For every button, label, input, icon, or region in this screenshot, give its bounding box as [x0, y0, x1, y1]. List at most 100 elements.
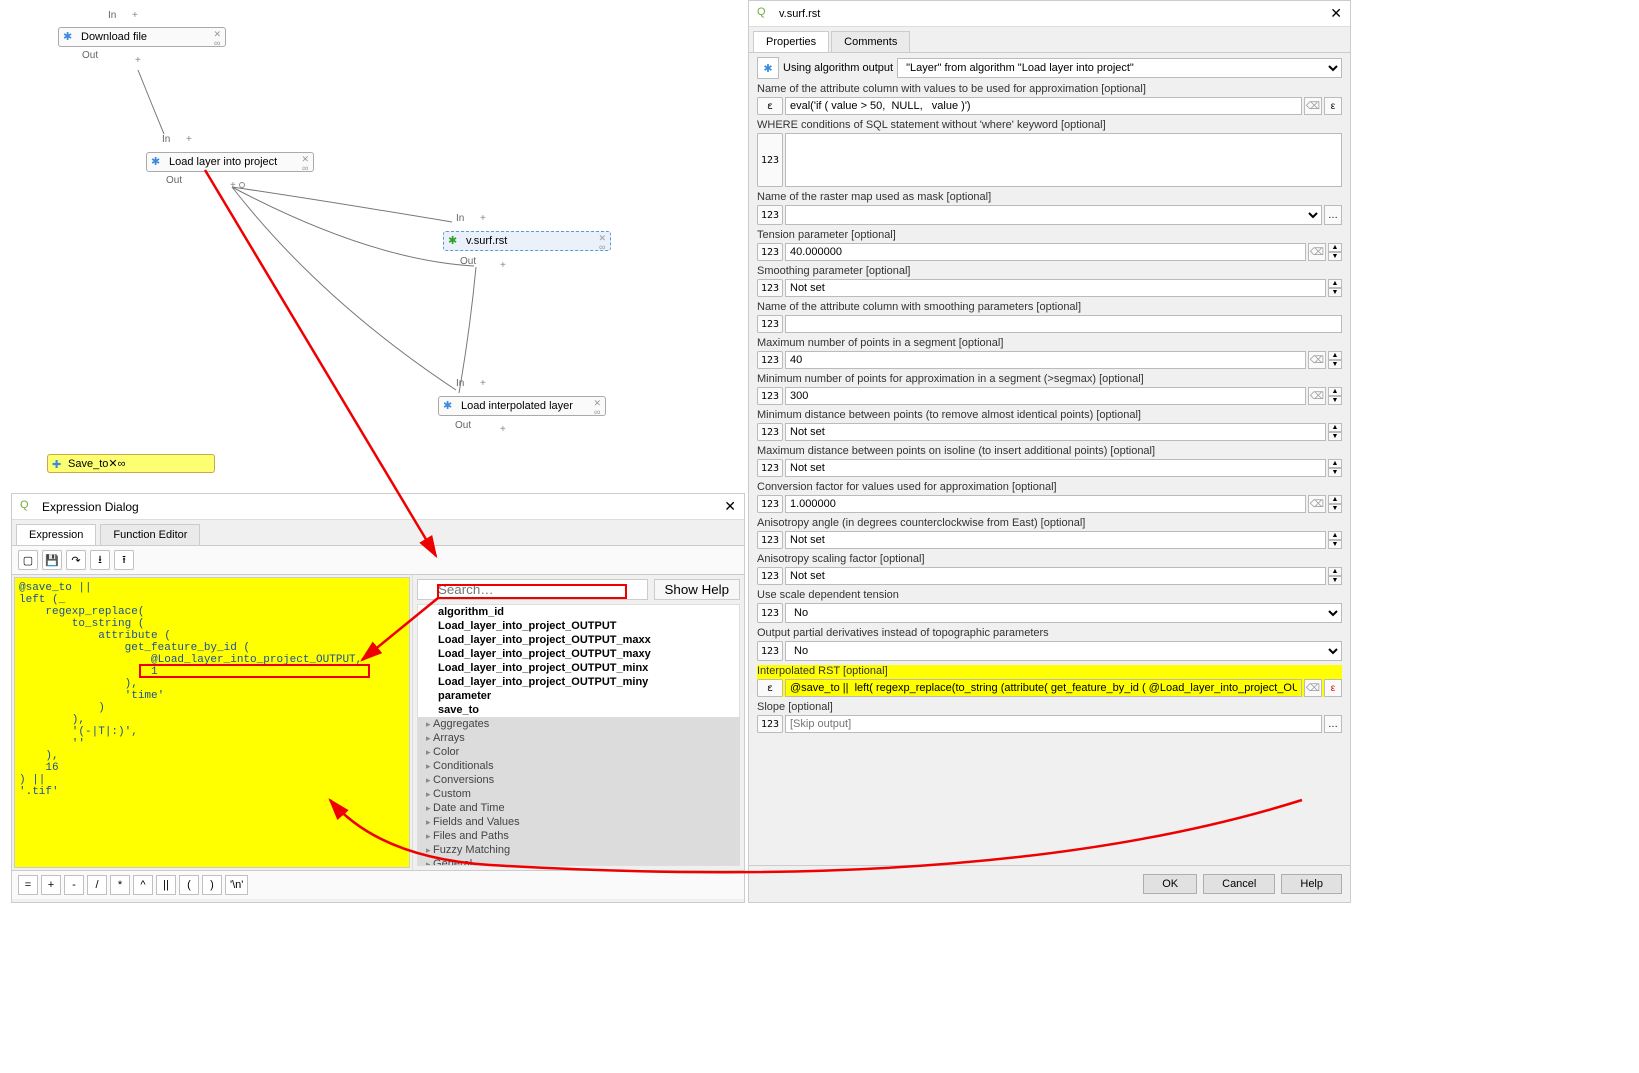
- tree-category[interactable]: Fuzzy Matching: [418, 843, 739, 857]
- tree-item[interactable]: Load_layer_into_project_OUTPUT_maxy: [418, 647, 739, 661]
- deriv-select[interactable]: No: [785, 641, 1342, 661]
- tab-expression[interactable]: Expression: [16, 524, 96, 545]
- tree-category[interactable]: Fields and Values: [418, 815, 739, 829]
- clear-icon[interactable]: ⌫: [1308, 351, 1326, 369]
- rst-input[interactable]: [785, 679, 1302, 697]
- spin-down[interactable]: ▼: [1328, 360, 1342, 369]
- dmax-input[interactable]: [785, 459, 1326, 477]
- smooth-input[interactable]: [785, 279, 1326, 297]
- data-type-icon[interactable]: 123: [757, 603, 783, 623]
- function-tree[interactable]: algorithm_id Load_layer_into_project_OUT…: [417, 604, 740, 866]
- tree-category[interactable]: General: [418, 857, 739, 866]
- node-save-to-param[interactable]: ✚ Save_to ✕∞: [47, 454, 215, 473]
- op-button[interactable]: '\n': [225, 875, 248, 895]
- clear-icon[interactable]: ⌫: [1308, 243, 1326, 261]
- spin-down[interactable]: ▼: [1328, 504, 1342, 513]
- clear-icon[interactable]: ⌫: [1308, 495, 1326, 513]
- spin-down[interactable]: ▼: [1328, 540, 1342, 549]
- data-type-icon[interactable]: 123: [757, 531, 783, 549]
- delete-icon[interactable]: ↷: [66, 550, 86, 570]
- spin-down[interactable]: ▼: [1328, 576, 1342, 585]
- help-button[interactable]: Help: [1281, 874, 1342, 894]
- spin-up[interactable]: ▲: [1328, 387, 1342, 396]
- data-type-icon[interactable]: 123: [757, 243, 783, 261]
- tree-item[interactable]: algorithm_id: [418, 605, 739, 619]
- close-icon[interactable]: ✕: [724, 498, 736, 515]
- tree-item[interactable]: Load_layer_into_project_OUTPUT_maxx: [418, 633, 739, 647]
- op-button[interactable]: (: [179, 875, 199, 895]
- new-icon[interactable]: ▢: [18, 550, 38, 570]
- tab-function-editor[interactable]: Function Editor: [100, 524, 200, 545]
- tree-category[interactable]: Date and Time: [418, 801, 739, 815]
- dmin-input[interactable]: [785, 423, 1326, 441]
- tree-category[interactable]: Conversions: [418, 773, 739, 787]
- spin-up[interactable]: ▲: [1328, 243, 1342, 252]
- search-input[interactable]: [417, 579, 648, 600]
- data-type-icon[interactable]: 123: [757, 387, 783, 405]
- tree-item[interactable]: Load_layer_into_project_OUTPUT: [418, 619, 739, 633]
- tree-item[interactable]: Load_layer_into_project_OUTPUT_minx: [418, 661, 739, 675]
- spin-up[interactable]: ▲: [1328, 351, 1342, 360]
- op-button[interactable]: -: [64, 875, 84, 895]
- browse-button[interactable]: …: [1324, 715, 1342, 733]
- data-type-icon[interactable]: 123: [757, 279, 783, 297]
- data-type-icon[interactable]: 123: [757, 423, 783, 441]
- node-load-interpolated[interactable]: ✱Load interpolated layer ✕∞: [438, 396, 606, 416]
- segmax-input[interactable]: [785, 351, 1306, 369]
- tab-comments[interactable]: Comments: [831, 31, 910, 52]
- tab-properties[interactable]: Properties: [753, 31, 829, 52]
- show-help-button[interactable]: Show Help: [654, 579, 740, 600]
- data-type-icon[interactable]: 123: [757, 133, 783, 187]
- node-anchor-icon[interactable]: ✕∞: [593, 399, 601, 416]
- node-download-file[interactable]: ✱Download file ✕∞: [58, 27, 226, 47]
- scaledep-select[interactable]: No: [785, 603, 1342, 623]
- spin-up[interactable]: ▲: [1328, 459, 1342, 468]
- mask-select[interactable]: [785, 205, 1322, 225]
- approx-col-input[interactable]: [785, 97, 1302, 115]
- npmin-input[interactable]: [785, 387, 1306, 405]
- node-anchor-icon[interactable]: ✕∞: [301, 155, 309, 172]
- op-button[interactable]: ^: [133, 875, 153, 895]
- tree-category[interactable]: Aggregates: [418, 717, 739, 731]
- data-type-icon[interactable]: 123: [757, 351, 783, 369]
- spin-up[interactable]: ▲: [1328, 279, 1342, 288]
- slope-input[interactable]: [785, 715, 1322, 733]
- ok-button[interactable]: OK: [1143, 874, 1197, 894]
- tree-category[interactable]: Color: [418, 745, 739, 759]
- expr-button[interactable]: ε: [1324, 97, 1342, 115]
- spin-down[interactable]: ▼: [1328, 252, 1342, 261]
- smooth-col-input[interactable]: [785, 315, 1342, 333]
- data-type-icon[interactable]: 123: [757, 205, 783, 225]
- node-anchor-icon[interactable]: ✕∞: [598, 234, 606, 251]
- node-anchor-icon[interactable]: ✕∞: [108, 457, 125, 470]
- spin-up[interactable]: ▲: [1328, 423, 1342, 432]
- tree-category[interactable]: Arrays: [418, 731, 739, 745]
- expr-icon[interactable]: ε: [757, 97, 783, 115]
- tree-category[interactable]: Files and Paths: [418, 829, 739, 843]
- expression-editor[interactable]: [14, 577, 410, 868]
- op-button[interactable]: /: [87, 875, 107, 895]
- model-canvas[interactable]: In + ✱Download file ✕∞ Out + In + ✱Load …: [0, 0, 745, 500]
- algo-output-select[interactable]: "Layer" from algorithm "Load layer into …: [897, 58, 1342, 78]
- expr-button[interactable]: ε: [1324, 679, 1342, 697]
- spin-down[interactable]: ▼: [1328, 432, 1342, 441]
- spin-up[interactable]: ▲: [1328, 567, 1342, 576]
- import-icon[interactable]: ⭳: [90, 550, 110, 570]
- export-icon[interactable]: ⭱: [114, 550, 134, 570]
- node-load-layer[interactable]: ✱Load layer into project ✕∞: [146, 152, 314, 172]
- node-vsurfrst[interactable]: ✱v.surf.rst ✕∞: [443, 231, 611, 251]
- where-input[interactable]: [785, 133, 1342, 187]
- clear-icon[interactable]: ⌫: [1304, 97, 1322, 115]
- expr-icon[interactable]: ε: [757, 679, 783, 697]
- op-button[interactable]: =: [18, 875, 38, 895]
- scalex-input[interactable]: [785, 567, 1326, 585]
- data-type-icon[interactable]: 123: [757, 641, 783, 661]
- tree-item[interactable]: parameter: [418, 689, 739, 703]
- spin-down[interactable]: ▼: [1328, 396, 1342, 405]
- spin-up[interactable]: ▲: [1328, 495, 1342, 504]
- tree-category[interactable]: Custom: [418, 787, 739, 801]
- zscale-input[interactable]: [785, 495, 1306, 513]
- tension-input[interactable]: [785, 243, 1306, 261]
- close-icon[interactable]: ✕: [1330, 5, 1342, 22]
- clear-icon[interactable]: ⌫: [1304, 679, 1322, 697]
